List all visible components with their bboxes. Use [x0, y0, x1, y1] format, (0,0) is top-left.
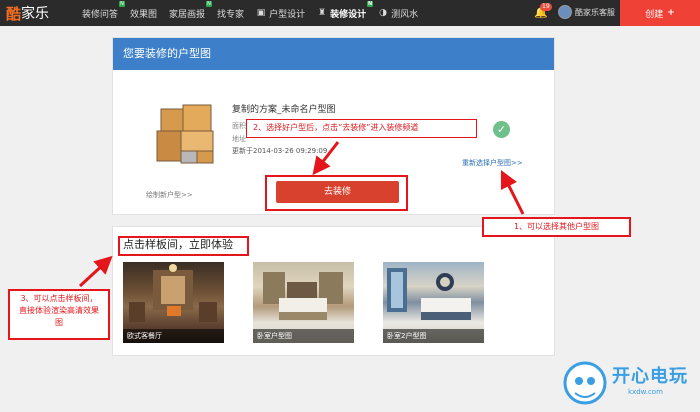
arrow-to-samples — [78, 255, 113, 288]
sample-room-thumb[interactable]: 欧式客餐厅 — [123, 262, 224, 343]
new-badge: N — [367, 0, 374, 7]
nav-item-label: 装修设计 — [330, 9, 367, 20]
user-menu[interactable]: 酷家乐客服 — [558, 5, 615, 19]
draw-new-floorplan-link[interactable]: 绘制新户型>> — [146, 190, 193, 200]
nav-item-label: 找专家 — [217, 9, 245, 20]
logo-mark: 酷 — [6, 4, 21, 23]
create-label: 创建 — [645, 9, 664, 20]
notification-count-badge: 19 — [540, 3, 552, 11]
nav-item-floorplan-design[interactable]: ▣ 户型设计 — [256, 7, 305, 20]
samples-title-highlight-frame — [118, 236, 249, 256]
selected-check-icon: ✓ — [493, 121, 510, 138]
annotation-step-2: 2、选择好户型后，点击“去装修”进入装修频道 — [246, 119, 477, 138]
nav-item-fengshui[interactable]: ◑ 测风水 — [378, 7, 418, 20]
plus-icon: + — [667, 8, 675, 18]
new-badge: N — [206, 0, 213, 7]
rechoose-floorplan-link[interactable]: 重新选择户型图>> — [462, 158, 523, 168]
avatar — [558, 5, 572, 19]
watermark-text: 开心电玩 — [612, 366, 688, 387]
paint-roller-icon: ♜ — [318, 8, 327, 18]
logo-text: 家乐 — [21, 6, 50, 22]
plan-address: 地址 — [232, 135, 246, 143]
sample-room-caption: 卧室户型图 — [253, 329, 354, 343]
floorplan-thumbnail[interactable] — [153, 101, 219, 167]
nav-item-label: 户型设计 — [269, 9, 306, 20]
yin-yang-icon: ◑ — [379, 8, 388, 18]
plan-updated-time: 更新于2014-03-26 09:29:09 — [232, 147, 328, 155]
nav-item-label: 装修问答 — [82, 9, 119, 20]
main-nav: 装修问答 N 效果图 家居画报 N 找专家 ▣ 户型设计 ♜ 装修设计 N ◑ … — [82, 0, 430, 26]
nav-item-label: 效果图 — [130, 9, 158, 20]
sample-room-thumb[interactable]: 卧室户型图 — [253, 262, 354, 343]
annotation-step-3-line-1: 3、可以点击样板间， — [20, 294, 98, 303]
nav-item-home-magazine[interactable]: 家居画报 N — [169, 0, 213, 20]
nav-item-label: 测风水 — [391, 9, 419, 20]
go-button-highlight-frame — [265, 175, 408, 211]
sample-room-thumb[interactable]: 卧室2户型图 — [383, 262, 484, 343]
plan-name: 复制的方案_未命名户型图 — [232, 105, 336, 115]
annotation-step-1: 1、可以选择其他户型图 — [482, 217, 631, 237]
top-nav-bar: 酷 家乐 装修问答 N 效果图 家居画报 N 找专家 ▣ 户型设计 ♜ 装修设计… — [0, 0, 700, 26]
nav-item-find-expert[interactable]: 找专家 — [217, 7, 244, 20]
annotation-step-3-line-2: 直接体验渲染高清效果 — [19, 306, 99, 315]
user-name: 酷家乐客服 — [575, 7, 615, 17]
annotation-step-3: 3、可以点击样板间， 直接体验渲染高清效果 图 — [8, 289, 110, 340]
sample-room-caption: 欧式客餐厅 — [123, 329, 224, 343]
nav-item-renderings[interactable]: 效果图 — [130, 7, 157, 20]
sample-room-caption: 卧室2户型图 — [383, 329, 484, 343]
create-button[interactable]: 创建 + — [620, 0, 700, 26]
nav-item-label: 家居画报 — [169, 9, 206, 20]
watermark-url: kxdw.com — [628, 388, 663, 396]
brand-logo[interactable]: 酷 家乐 — [6, 3, 49, 23]
annotation-step-3-line-3: 图 — [55, 318, 63, 327]
plan-area: 面积 — [232, 122, 246, 130]
new-badge: N — [119, 0, 126, 7]
card-header: 您要装修的户型图 — [113, 38, 554, 70]
floorplan-icon: ▣ — [256, 8, 266, 18]
nav-item-decoration-design[interactable]: ♜ 装修设计 N — [317, 0, 374, 20]
nav-item-faq[interactable]: 装修问答 N — [82, 0, 126, 20]
